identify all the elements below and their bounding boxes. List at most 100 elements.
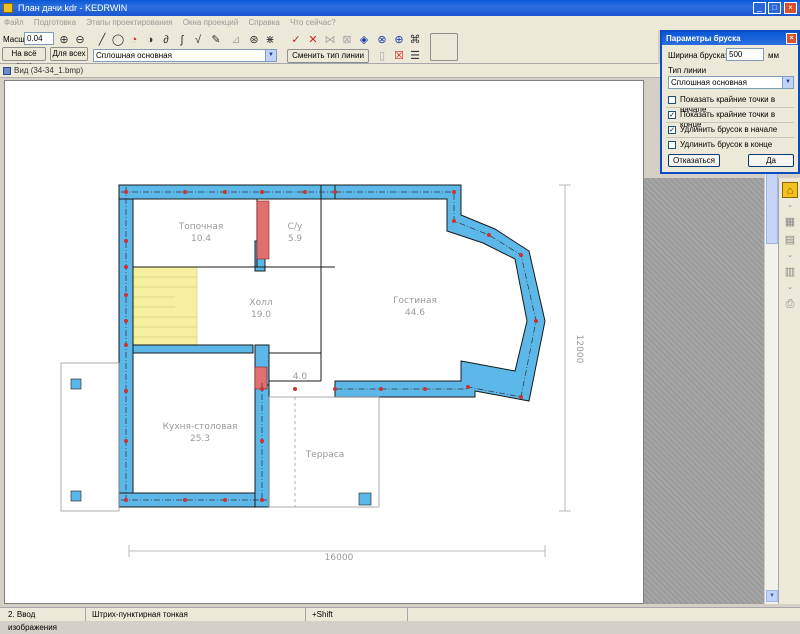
document-icon	[3, 67, 11, 75]
room-name: Кухня-столовая	[163, 422, 238, 432]
room-name: Гостиная	[393, 296, 437, 306]
room-name: С/у	[288, 222, 303, 232]
right-tool-panel: ⌂ ⌄ ▦ ▤ ⌄ ▥ ⌄ ⎙	[778, 178, 800, 604]
hatch-tool-icon: ⊠	[342, 34, 352, 46]
status-bar: 2. Ввод изображения Штрих-пунктирная тон…	[0, 607, 800, 632]
list-tool-icon[interactable]: ☰	[407, 48, 423, 64]
dialog-close-icon[interactable]: ×	[786, 33, 797, 44]
porch-left	[60, 362, 120, 512]
dimension-horizontal: 16000	[325, 553, 354, 563]
dialog-line-type-value: Сплошная основная	[671, 78, 747, 87]
arc-tool-icon[interactable]: ◔	[126, 32, 142, 48]
window-titlebar: План дачи.kdr - KEDRWIN _ □ ×	[0, 0, 800, 16]
width-input[interactable]: 500	[726, 48, 764, 61]
menu-help[interactable]: Справка	[244, 16, 283, 30]
zoom-in-icon[interactable]: ⊕	[56, 32, 72, 48]
menu-prepare[interactable]: Подготовка	[30, 16, 80, 30]
layer-tool-icon[interactable]: ◈	[356, 32, 372, 48]
chevron-down-icon[interactable]: ⌄	[782, 284, 798, 292]
close-button[interactable]: ×	[784, 2, 797, 14]
circle-tool-icon[interactable]: ◯	[110, 32, 126, 48]
fit-window-button[interactable]: На всё окно	[2, 47, 46, 70]
divider	[666, 122, 794, 123]
point-tool-icon[interactable]: ⊛	[246, 32, 262, 48]
check-line-icon[interactable]: ✓	[288, 32, 304, 48]
checkbox[interactable]	[668, 141, 676, 149]
spline-tool-icon[interactable]: ʃ	[174, 32, 190, 48]
chevron-down-icon[interactable]: ⌄	[782, 202, 798, 210]
maximize-button[interactable]: □	[768, 2, 781, 14]
line-type-value: Сплошная основная	[96, 51, 172, 60]
snap-tool-icon[interactable]: ⊗	[374, 32, 390, 48]
split-tool-icon[interactable]: ⋇	[262, 32, 278, 48]
divider	[666, 137, 794, 138]
wall-interior-2	[132, 344, 254, 354]
arc-3pt-icon[interactable]: ◑	[142, 32, 158, 48]
menu-file[interactable]: Файл	[0, 16, 28, 30]
chevron-down-icon[interactable]: ⌄	[782, 252, 798, 260]
width-label: Ширина бруска:	[668, 51, 728, 60]
menu-design-stages[interactable]: Этапы проектирования	[82, 16, 176, 30]
grid-tool-icon: ⋈	[324, 34, 336, 46]
stair-fill	[132, 266, 198, 346]
object-tool-icon[interactable]: ⊕	[391, 32, 407, 48]
cancel-button[interactable]: Отказаться	[668, 154, 720, 167]
building-icon[interactable]: ⌂	[782, 182, 798, 198]
option-extend-start[interactable]: ✓ Удлинить брусок в начале	[668, 125, 777, 135]
objects-icon[interactable]: ▥	[782, 264, 798, 280]
polyline-tool-icon[interactable]: √	[190, 32, 206, 48]
chevron-down-icon: ▼	[265, 50, 276, 61]
checkbox[interactable]	[668, 96, 676, 104]
divider	[666, 107, 794, 108]
cross-line-icon[interactable]: ✕	[305, 32, 321, 48]
width-unit: мм	[768, 51, 779, 60]
draw-tool-icon[interactable]: ✎	[208, 32, 224, 48]
room-name: Холл	[249, 298, 272, 308]
status-hint: +Shift	[308, 608, 408, 621]
layers-icon[interactable]: ▦	[782, 214, 798, 230]
menu-bar: Файл Подготовка Этапы проектирования Окн…	[0, 16, 800, 30]
document-title: Вид (34-34_1.bmp)	[14, 66, 84, 75]
terrace-column	[358, 492, 372, 506]
menu-what-now[interactable]: Что сейчас?	[286, 16, 340, 30]
beam-params-dialog: Параметры бруска × Ширина бруска: 500 мм…	[660, 30, 800, 174]
dialog-title-text: Параметры бруска	[666, 34, 741, 43]
dimension-vertical: 12000	[574, 335, 584, 364]
room-area: 44.6	[405, 308, 425, 318]
dialog-line-type-select[interactable]: Сплошная основная ▼	[668, 76, 794, 89]
change-line-type-button[interactable]: Сменить тип линии	[287, 49, 369, 63]
minimize-button[interactable]: _	[753, 2, 766, 14]
fit-all-button[interactable]: Для всех	[50, 47, 88, 61]
window-title: План дачи.kdr - KEDRWIN	[18, 3, 128, 13]
line-tool-icon[interactable]: ╱	[94, 32, 110, 48]
page-tool-icon: ▯	[378, 50, 386, 62]
option-label: Удлинить брусок в конце	[680, 140, 773, 149]
room-area: 10.4	[191, 234, 211, 244]
room-name: Терраса	[305, 450, 344, 460]
zoom-out-icon[interactable]: ⊖	[72, 32, 88, 48]
drawing-canvas[interactable]: Топочная 10.4 С/у 5.9 Холл 19.0 Гостиная…	[4, 80, 644, 604]
room-area: 5.9	[288, 234, 303, 244]
checkbox-checked[interactable]: ✓	[668, 126, 676, 134]
room-name: Топочная	[178, 222, 224, 232]
print-icon[interactable]: ⎙	[782, 296, 798, 312]
option-extend-end[interactable]: Удлинить брусок в конце	[668, 140, 772, 150]
checkbox-checked[interactable]: ✓	[668, 111, 676, 119]
wall-tool-icon[interactable]: ⌘	[407, 32, 423, 48]
document-titlebar: Вид (34-34_1.bmp)	[0, 64, 660, 78]
chevron-down-icon: ▼	[782, 77, 793, 88]
floor-plan: Топочная 10.4 С/у 5.9 Холл 19.0 Гостиная…	[60, 184, 584, 563]
dialog-title: Параметры бруска ×	[662, 32, 798, 45]
scroll-down-icon[interactable]: ▼	[766, 590, 778, 602]
ok-button[interactable]: Да	[748, 154, 794, 167]
status-line-type: Штрих-пунктирная тонкая	[88, 608, 306, 621]
line-type-select[interactable]: Сплошная основная ▼	[93, 49, 277, 62]
mirror-tool-icon: ⊿	[231, 34, 241, 46]
grid-icon[interactable]: ▤	[782, 232, 798, 248]
curve-tool-icon[interactable]: ∂	[158, 32, 174, 48]
scale-input[interactable]: 0.04	[24, 32, 54, 45]
room-area: 25.3	[190, 434, 210, 444]
delete-tool-icon[interactable]: ☒	[391, 48, 407, 64]
menu-projection-windows[interactable]: Окна проекций	[179, 16, 243, 30]
big-tool-button[interactable]	[430, 33, 458, 61]
